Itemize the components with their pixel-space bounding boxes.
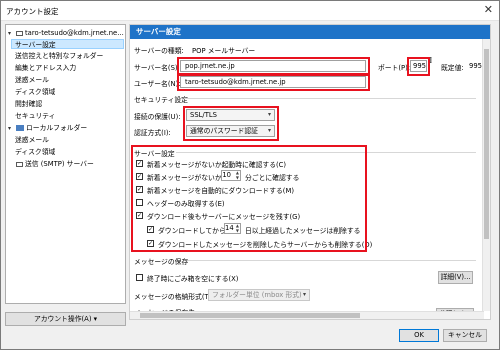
tree-local-label: ローカルフォルダー	[26, 124, 88, 132]
pane-header: サーバー設定	[130, 25, 490, 39]
tree-item-security[interactable]: セキュリティ	[15, 111, 55, 121]
cancel-button[interactable]: キャンセル	[443, 329, 487, 342]
empty-trash-label: 終了時にごみ箱を空にする(X)	[147, 275, 239, 283]
highlight-security	[183, 106, 279, 141]
port-spinner-icon: ⁞	[429, 56, 433, 66]
username-label: ユーザー名(N):	[134, 80, 181, 88]
security-section-title: セキュリティ設定	[134, 96, 188, 104]
vertical-scrollbar[interactable]	[482, 39, 490, 311]
tree-item-local-junk[interactable]: 迷惑メール	[15, 135, 49, 145]
server-type-label: サーバーの種類:	[134, 47, 184, 55]
tree-smtp-label: 送信 (SMTP) サーバー	[25, 160, 94, 168]
highlight-username	[177, 73, 370, 91]
tree-item-label: サーバー設定	[15, 41, 56, 49]
storage-section-title: メッセージの保存	[134, 258, 189, 266]
account-settings-window: アカウント設定 ✕ ▾ taro-tetsudo@kdm.jrnet.ne... …	[0, 0, 500, 350]
ok-button[interactable]: OK	[399, 329, 439, 342]
smtp-server-icon	[16, 161, 23, 167]
tree-item-disk-space[interactable]: ディスク領域	[15, 87, 55, 97]
default-port-value: 995	[469, 62, 482, 70]
server-type-value: POP メールサーバー	[192, 47, 256, 55]
tree-account-label: taro-tetsudo@kdm.jrnet.ne...	[25, 29, 124, 37]
details-button[interactable]: 詳細(V)...	[438, 271, 473, 284]
account-tree: ▾ taro-tetsudo@kdm.jrnet.ne... サーバー設定 送信控…	[5, 24, 126, 304]
tree-smtp[interactable]: 送信 (SMTP) サーバー	[8, 159, 94, 169]
scrollbar-thumb[interactable]	[484, 49, 489, 239]
scrollbar-thumb[interactable]	[140, 313, 360, 318]
tree-item-local-disk[interactable]: ディスク領域	[15, 147, 55, 157]
close-icon[interactable]: ✕	[484, 3, 493, 16]
store-type-select[interactable]: フォルダー単位 (mbox 形式) ▾	[208, 289, 310, 301]
server-name-label: サーバー名(S):	[134, 64, 180, 72]
store-type-value: フォルダー単位 (mbox 形式)	[212, 291, 302, 299]
settings-pane: サーバー設定 サーバーの種類: POP メールサーバー サーバー名(S): po…	[129, 24, 491, 320]
chevron-down-icon: ▾	[93, 315, 98, 323]
divider	[184, 98, 476, 99]
window-title: アカウント設定	[6, 7, 59, 16]
connection-security-label: 接続の保護(U):	[134, 113, 181, 121]
account-actions-label: アカウント操作(A)	[33, 315, 92, 323]
store-type-label: メッセージの格納形式(T):	[134, 293, 214, 301]
account-actions-button[interactable]: アカウント操作(A) ▾	[5, 312, 126, 326]
tree-account[interactable]: ▾ taro-tetsudo@kdm.jrnet.ne...	[8, 28, 124, 38]
port-label: ポート(P):	[378, 64, 411, 72]
highlight-server-settings	[131, 145, 367, 252]
tree-item-receipts[interactable]: 開封確認	[15, 99, 42, 109]
title-bar: アカウント設定 ✕	[1, 1, 499, 21]
chevron-down-icon: ▾	[302, 291, 306, 298]
default-port-label: 既定値:	[441, 64, 464, 72]
collapse-triangle-icon[interactable]: ▾	[8, 29, 16, 39]
empty-trash-checkbox[interactable]	[136, 274, 143, 281]
local-folder-icon	[16, 125, 24, 131]
tree-item-composition[interactable]: 編集とアドレス入力	[15, 63, 76, 73]
highlight-port	[407, 57, 430, 76]
tree-item-server-settings[interactable]: サーバー設定	[11, 39, 124, 49]
tree-item-junk[interactable]: 迷惑メール	[15, 75, 49, 85]
collapse-triangle-icon[interactable]: ▾	[8, 124, 16, 134]
tree-local-folders[interactable]: ▾ ローカルフォルダー	[8, 123, 87, 133]
horizontal-scrollbar[interactable]	[130, 311, 484, 319]
auth-method-label: 認証方式(I):	[134, 129, 171, 137]
tree-item-copies-folders[interactable]: 送信控えと特別なフォルダー	[15, 51, 103, 61]
mail-account-icon	[16, 30, 23, 36]
divider	[188, 260, 476, 261]
